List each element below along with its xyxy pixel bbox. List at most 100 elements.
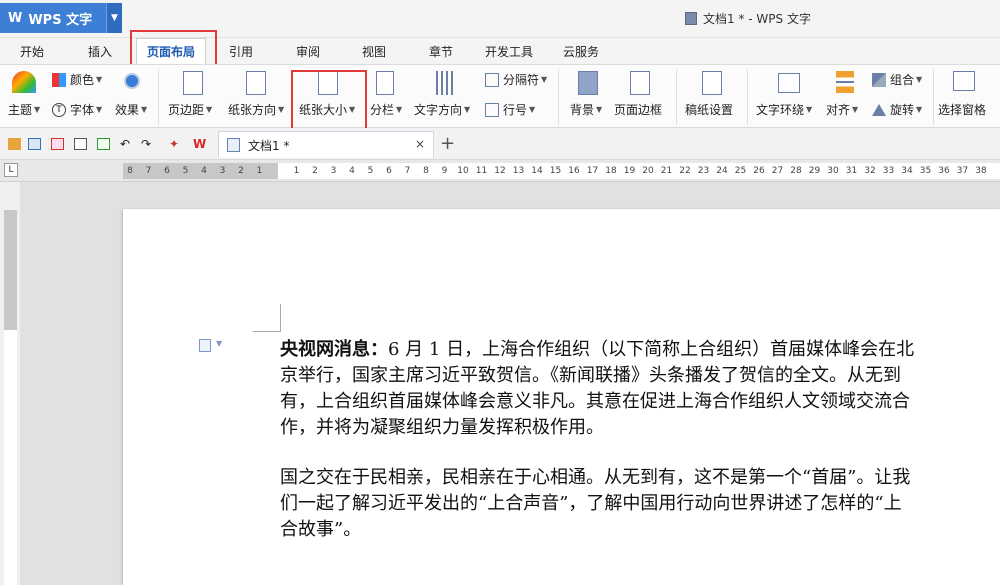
tab-view[interactable]: 视图 <box>362 43 386 60</box>
line-number-icon <box>485 102 499 117</box>
paragraph-1[interactable]: 央视网消息：6 月 1 日，上海合作组织（以下简称上合组织）首届媒体峰会在北 京… <box>280 337 1000 441</box>
ruler-tick: 9 <box>441 166 448 176</box>
ruler-tick: 8 <box>423 166 429 176</box>
tab-stop-selector[interactable]: L <box>4 163 18 177</box>
quick-access-bar: ↶ ↷ ✦ W 文档1 * × + <box>0 128 1000 160</box>
page-border-button[interactable]: 页面边框 <box>614 101 662 118</box>
redo-icon[interactable]: ↷ <box>141 138 154 150</box>
save-icon[interactable] <box>28 138 41 150</box>
ruler-tick: 11 <box>475 166 488 176</box>
font-button[interactable]: T 字体 ▼ <box>52 101 102 118</box>
document-icon <box>685 12 697 25</box>
ruler-tick: 3 <box>219 166 226 176</box>
ruler-tick: 6 <box>164 166 170 176</box>
columns-button[interactable]: 分栏 ▼ <box>370 101 402 118</box>
effect-icon <box>124 73 140 89</box>
page-border-icon <box>630 71 650 95</box>
document-icon <box>227 138 240 152</box>
print-preview-icon[interactable] <box>97 138 110 150</box>
pdf-icon[interactable] <box>51 138 64 150</box>
tab-insert[interactable]: 插入 <box>88 43 112 60</box>
tab-review[interactable]: 审阅 <box>296 43 320 60</box>
align-icon <box>836 71 854 93</box>
ruler-tick: 10 <box>457 166 469 176</box>
grid-paper-icon <box>702 71 722 95</box>
theme-button[interactable]: 主题 ▼ <box>8 101 40 118</box>
ruler-tick: 24 <box>716 166 728 176</box>
ruler-tick: 37 <box>956 166 969 176</box>
document-tab[interactable]: 文档1 * × <box>218 131 434 158</box>
print-icon[interactable] <box>74 138 87 150</box>
app-dropdown-icon[interactable]: ▼ <box>106 3 122 33</box>
ruler-tick: 30 <box>827 166 839 176</box>
tab-cloud[interactable]: 云服务 <box>563 43 599 60</box>
close-tab-icon[interactable]: × <box>415 137 425 151</box>
ruler-tick: 4 <box>201 166 207 176</box>
customize-icon[interactable]: ✦ <box>169 138 182 150</box>
tab-section[interactable]: 章节 <box>429 43 453 60</box>
chevron-down-icon[interactable]: ▼ <box>216 339 222 348</box>
ruler-tick: 31 <box>845 166 858 176</box>
ruler-tick: 22 <box>679 166 691 176</box>
ruler-tick: 35 <box>919 166 932 176</box>
paragraph-2[interactable]: 国之交在于民相亲，民相亲在于心相通。从无到有，这不是第一个“首届”。让我 们一起… <box>280 465 1000 543</box>
margin-icon <box>183 71 203 95</box>
ruler-tick: 25 <box>734 166 747 176</box>
window-title: 文档1 * - WPS 文字 <box>685 10 811 27</box>
orientation-button[interactable]: 纸张方向 ▼ <box>228 101 284 118</box>
lead-text: 央视网消息： <box>280 339 388 360</box>
ruler-tick: 23 <box>697 166 710 176</box>
horizontal-ruler[interactable]: 8 7 6 5 4 3 2 1 1 2 3 4 5 6 7 8 9 10 11 12 13 14 15 16 17 18 19 20 2… <box>123 163 1000 179</box>
line-number-button[interactable]: 行号 ▼ <box>485 101 535 118</box>
background-button[interactable]: 背景 ▼ <box>570 101 602 118</box>
wrap-text-button[interactable]: 文字环绕 ▼ <box>756 101 812 118</box>
rotate-button[interactable]: 旋转 ▼ <box>872 101 922 118</box>
font-icon: T <box>52 102 66 117</box>
separator-button[interactable]: 分隔符 ▼ <box>485 71 547 88</box>
app-menu-button[interactable]: W WPS 文字 ▼ <box>0 3 122 33</box>
ruler-tick: 8 <box>127 166 133 176</box>
ruler-tick: 18 <box>605 166 617 176</box>
undo-icon[interactable]: ↶ <box>120 138 133 150</box>
ruler-tick: 3 <box>330 166 337 176</box>
color-button[interactable]: 颜色 ▼ <box>52 71 102 88</box>
selection-pane-button[interactable]: 选择窗格 <box>938 101 986 118</box>
ruler-tick: 1 <box>256 166 263 176</box>
align-button[interactable]: 对齐 ▼ <box>826 101 858 118</box>
ruler-tick: 32 <box>864 166 876 176</box>
margin-button[interactable]: 页边距 ▼ <box>168 101 212 118</box>
theme-icon <box>12 71 36 93</box>
ruler-tick: 17 <box>586 166 599 176</box>
ruler-tick: 7 <box>145 166 152 176</box>
wps-logo-icon: W <box>8 10 23 26</box>
document-workspace: ▼ 央视网消息：6 月 1 日，上海合作组织（以下简称上合组织）首届媒体峰会在北… <box>20 182 1000 585</box>
paragraph-layout-icon[interactable] <box>199 339 211 352</box>
document-page[interactable]: ▼ 央视网消息：6 月 1 日，上海合作组织（以下简称上合组织）首届媒体峰会在北… <box>123 209 1000 585</box>
ruler-tick: 14 <box>531 166 543 176</box>
group-button[interactable]: 组合 ▼ <box>872 71 922 88</box>
new-tab-icon[interactable]: + <box>440 133 455 154</box>
highlight-paper-size <box>291 70 367 131</box>
ruler-tick: 6 <box>386 166 392 176</box>
rotate-icon <box>872 103 886 116</box>
wps-w-icon[interactable]: W <box>193 138 206 150</box>
tab-references[interactable]: 引用 <box>229 43 253 60</box>
vertical-ruler[interactable] <box>4 210 17 585</box>
ruler-tick: 7 <box>404 166 411 176</box>
ribbon: 颜色 ▼ 主题 ▼ T 字体 ▼ 效果 ▼ 页边距 ▼ 纸张方向 ▼ 纸张大小 ▼ 分栏 ▼ 文… <box>0 64 1000 128</box>
orientation-icon <box>246 71 266 95</box>
ruler-tick: 29 <box>808 166 821 176</box>
open-icon[interactable] <box>8 138 21 150</box>
grid-paper-button[interactable]: 稿纸设置 <box>685 101 733 118</box>
ruler-row: L 8 7 6 5 4 3 2 1 1 2 3 4 5 6 7 8 9 10 11 12 13 14 15 16 17 18 19 2… <box>0 160 1000 182</box>
background-icon <box>578 71 598 95</box>
ruler-tick: 5 <box>367 166 374 176</box>
effect-button[interactable]: 效果 ▼ <box>115 101 147 118</box>
ruler-tick: 33 <box>882 166 895 176</box>
tab-developer[interactable]: 开发工具 <box>485 43 533 60</box>
tab-home[interactable]: 开始 <box>20 43 44 60</box>
ruler-tick: 15 <box>549 166 562 176</box>
text-direction-button[interactable]: 文字方向 ▼ <box>414 101 470 118</box>
ruler-tick: 5 <box>182 166 189 176</box>
group-icon <box>872 72 886 87</box>
